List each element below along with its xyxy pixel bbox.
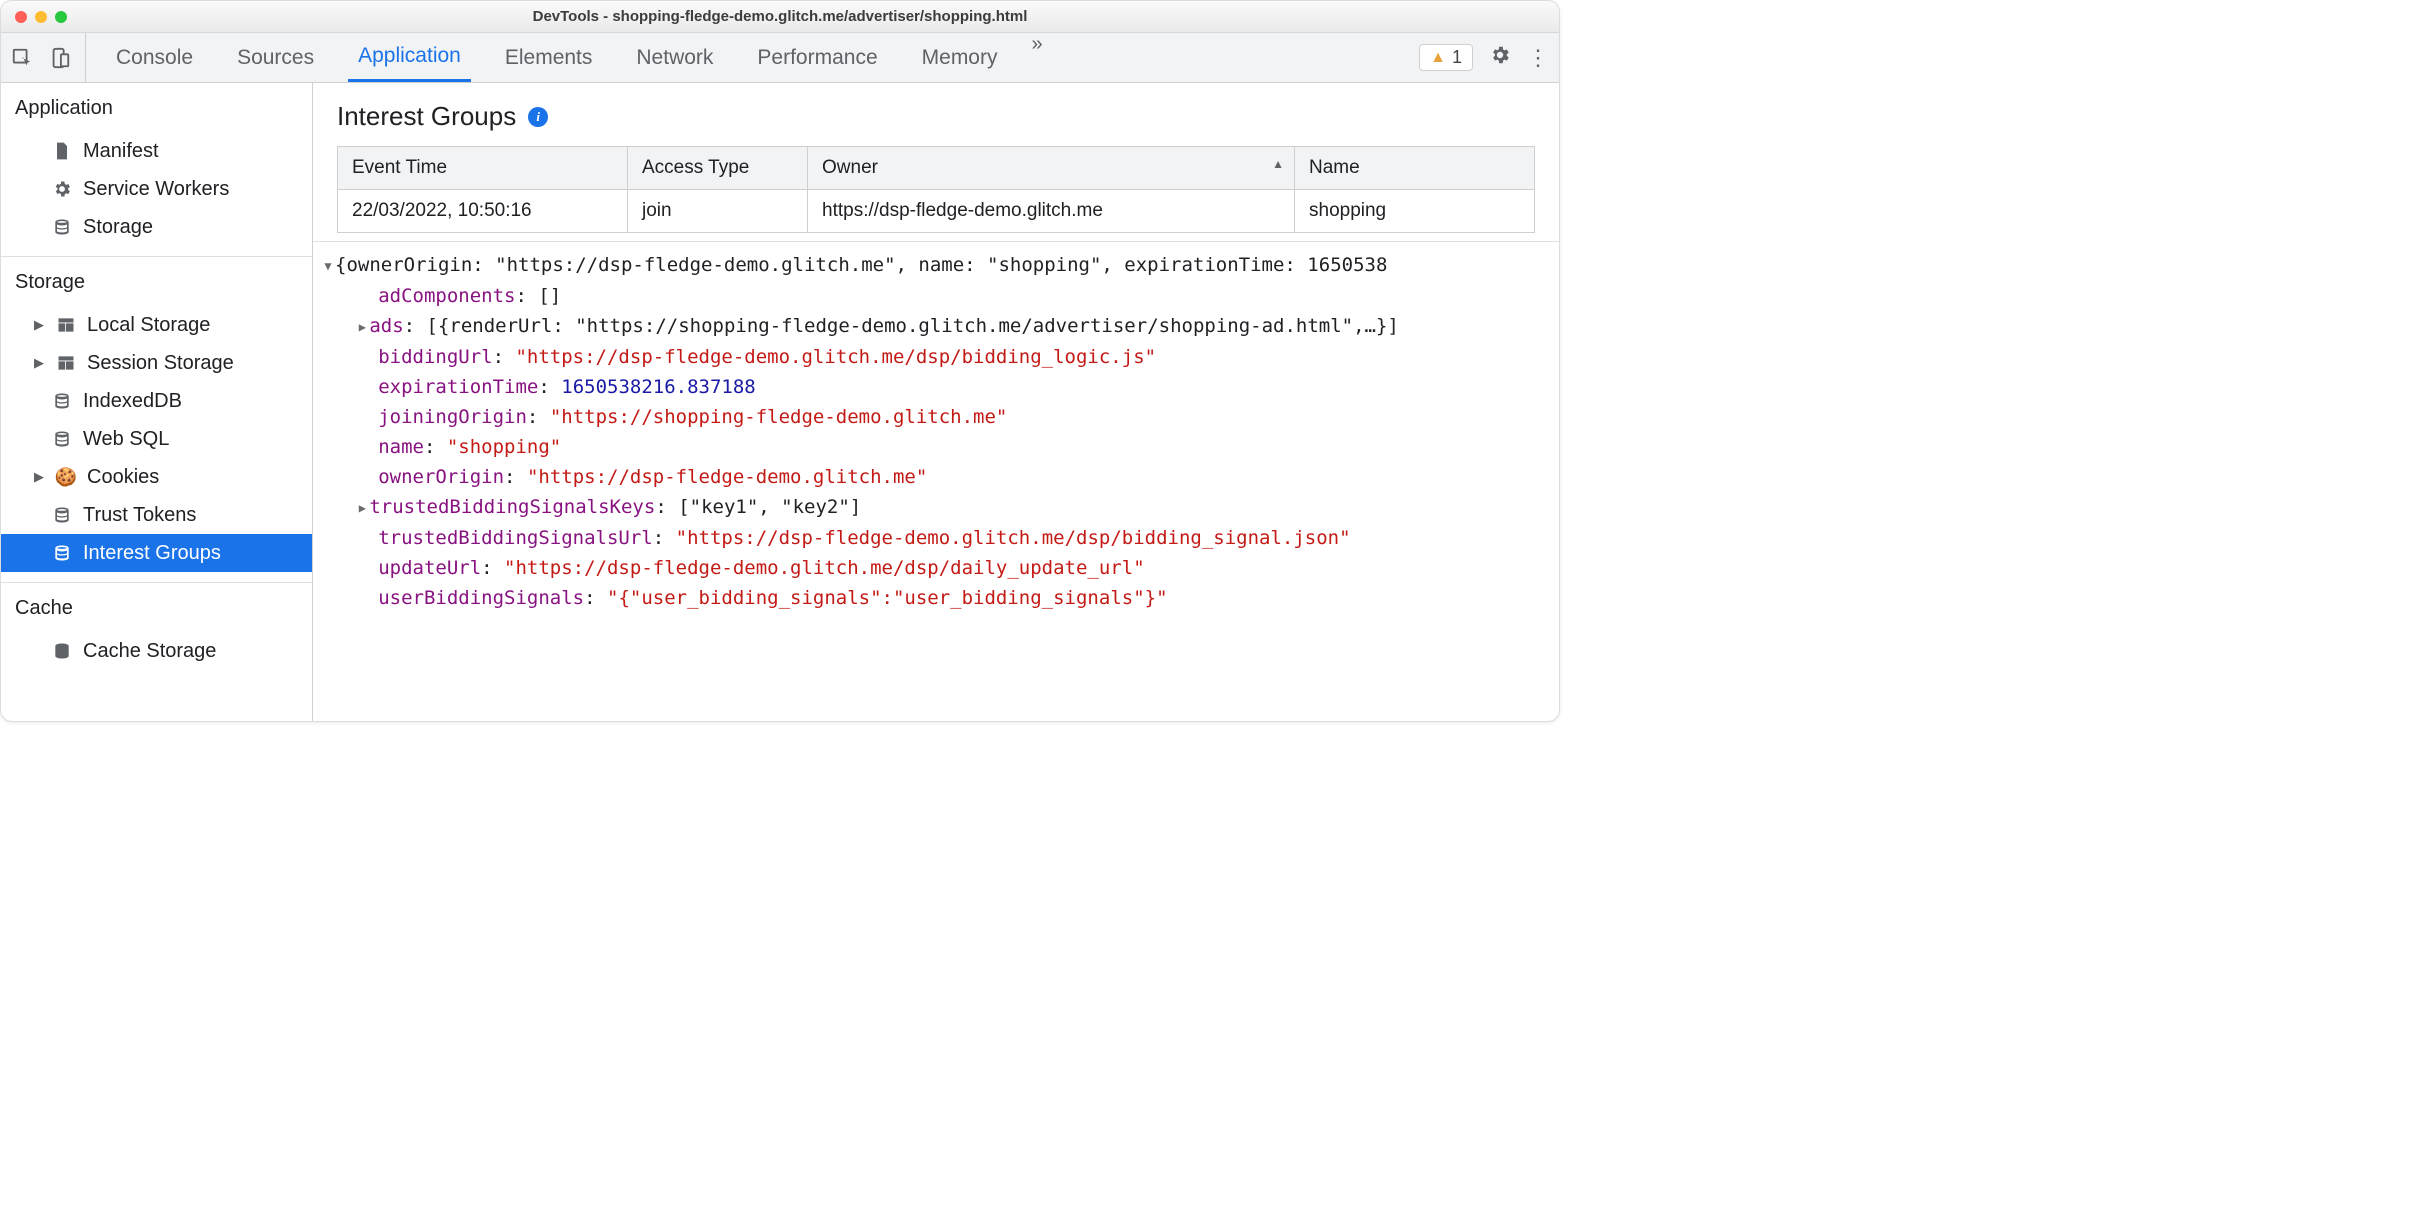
sidebar-item-trust-tokens[interactable]: Trust Tokens	[1, 496, 312, 534]
expand-caret-icon[interactable]: ▶	[33, 317, 45, 333]
info-icon[interactable]: i	[528, 107, 548, 127]
panel-tabs: Console Sources Application Elements Net…	[92, 33, 1043, 82]
sidebar-item-interest-groups[interactable]: Interest Groups	[1, 534, 312, 572]
warnings-badge[interactable]: ▲ 1	[1419, 44, 1473, 71]
sidebar-group-storage: Storage	[1, 257, 312, 302]
sidebar-item-cache-storage[interactable]: Cache Storage	[1, 632, 312, 670]
sidebar-group-cache: Cache	[1, 583, 312, 628]
cell-access-type: join	[628, 190, 808, 233]
grid-icon	[55, 314, 77, 336]
col-event-time[interactable]: Event Time	[338, 147, 628, 190]
tab-network[interactable]: Network	[626, 33, 723, 82]
sidebar-item-storage[interactable]: Storage	[1, 208, 312, 246]
application-sidebar: Application Manifest Service Workers Sto…	[1, 83, 313, 721]
panel-body: Application Manifest Service Workers Sto…	[1, 83, 1559, 721]
cell-event-time: 22/03/2022, 10:50:16	[338, 190, 628, 233]
sidebar-item-session-storage[interactable]: ▶ Session Storage	[1, 344, 312, 382]
sidebar-item-label: Trust Tokens	[83, 504, 196, 527]
main-panel: Interest Groups i Event Time Access Type…	[313, 83, 1559, 721]
more-tabs-icon[interactable]: »	[1031, 33, 1042, 82]
sort-asc-icon: ▲	[1272, 157, 1284, 171]
sidebar-item-local-storage[interactable]: ▶ Local Storage	[1, 306, 312, 344]
minimize-window-button[interactable]	[35, 11, 47, 23]
window-title: DevTools - shopping-fledge-demo.glitch.m…	[1, 8, 1559, 25]
sidebar-item-indexeddb[interactable]: IndexedDB	[1, 382, 312, 420]
zoom-window-button[interactable]	[55, 11, 67, 23]
sidebar-item-label: Service Workers	[83, 178, 229, 201]
tab-application[interactable]: Application	[348, 33, 471, 82]
sidebar-item-manifest[interactable]: Manifest	[1, 132, 312, 170]
col-name[interactable]: Name	[1295, 147, 1535, 190]
database-icon	[51, 640, 73, 662]
sidebar-item-label: Manifest	[83, 140, 159, 163]
warning-icon: ▲	[1430, 49, 1446, 67]
close-window-button[interactable]	[15, 11, 27, 23]
expand-caret-icon[interactable]: ▶	[33, 469, 45, 485]
cell-name: shopping	[1295, 190, 1535, 233]
sidebar-item-label: Local Storage	[87, 314, 210, 337]
sidebar-item-service-workers[interactable]: Service Workers	[1, 170, 312, 208]
tab-performance[interactable]: Performance	[747, 33, 887, 82]
database-icon	[51, 504, 73, 526]
device-toggle-icon[interactable]	[49, 47, 71, 69]
expand-caret-icon[interactable]: ▶	[33, 355, 45, 371]
cell-owner: https://dsp-fledge-demo.glitch.me	[808, 190, 1295, 233]
sidebar-item-label: Interest Groups	[83, 542, 221, 565]
settings-gear-icon[interactable]	[1489, 44, 1511, 72]
more-menu-icon[interactable]: ⋮	[1527, 45, 1549, 71]
events-table: Event Time Access Type Owner▲ Name 22/03…	[337, 146, 1535, 233]
database-icon	[51, 390, 73, 412]
sidebar-item-label: Storage	[83, 216, 153, 239]
sidebar-item-label: IndexedDB	[83, 390, 182, 413]
json-viewer[interactable]: ▼{ownerOrigin: "https://dsp-fledge-demo.…	[313, 241, 1559, 625]
sidebar-item-cookies[interactable]: ▶ 🍪 Cookies	[1, 458, 312, 496]
panel-title: Interest Groups	[337, 101, 516, 132]
panel-heading: Interest Groups i	[313, 83, 1559, 146]
tab-elements[interactable]: Elements	[495, 33, 603, 82]
database-icon	[51, 542, 73, 564]
window-titlebar: DevTools - shopping-fledge-demo.glitch.m…	[1, 1, 1559, 33]
sidebar-group-application: Application	[1, 83, 312, 128]
sidebar-item-label: Session Storage	[87, 352, 234, 375]
sidebar-item-label: Cookies	[87, 466, 159, 489]
inspect-element-icon[interactable]	[11, 47, 33, 69]
sidebar-item-websql[interactable]: Web SQL	[1, 420, 312, 458]
tab-console[interactable]: Console	[106, 33, 203, 82]
tab-memory[interactable]: Memory	[912, 33, 1008, 82]
file-icon	[51, 140, 73, 162]
grid-icon	[55, 352, 77, 374]
sidebar-item-label: Cache Storage	[83, 640, 216, 663]
database-icon	[51, 216, 73, 238]
warning-count: 1	[1452, 47, 1462, 68]
devtools-window: DevTools - shopping-fledge-demo.glitch.m…	[0, 0, 1560, 722]
gear-icon	[51, 178, 73, 200]
col-access-type[interactable]: Access Type	[628, 147, 808, 190]
col-owner[interactable]: Owner▲	[808, 147, 1295, 190]
database-icon	[51, 428, 73, 450]
tab-sources[interactable]: Sources	[227, 33, 324, 82]
devtools-toolbar: Console Sources Application Elements Net…	[1, 33, 1559, 83]
table-row[interactable]: 22/03/2022, 10:50:16 join https://dsp-fl…	[338, 190, 1535, 233]
cookie-icon: 🍪	[55, 466, 77, 488]
sidebar-item-label: Web SQL	[83, 428, 169, 451]
traffic-lights	[1, 11, 67, 23]
